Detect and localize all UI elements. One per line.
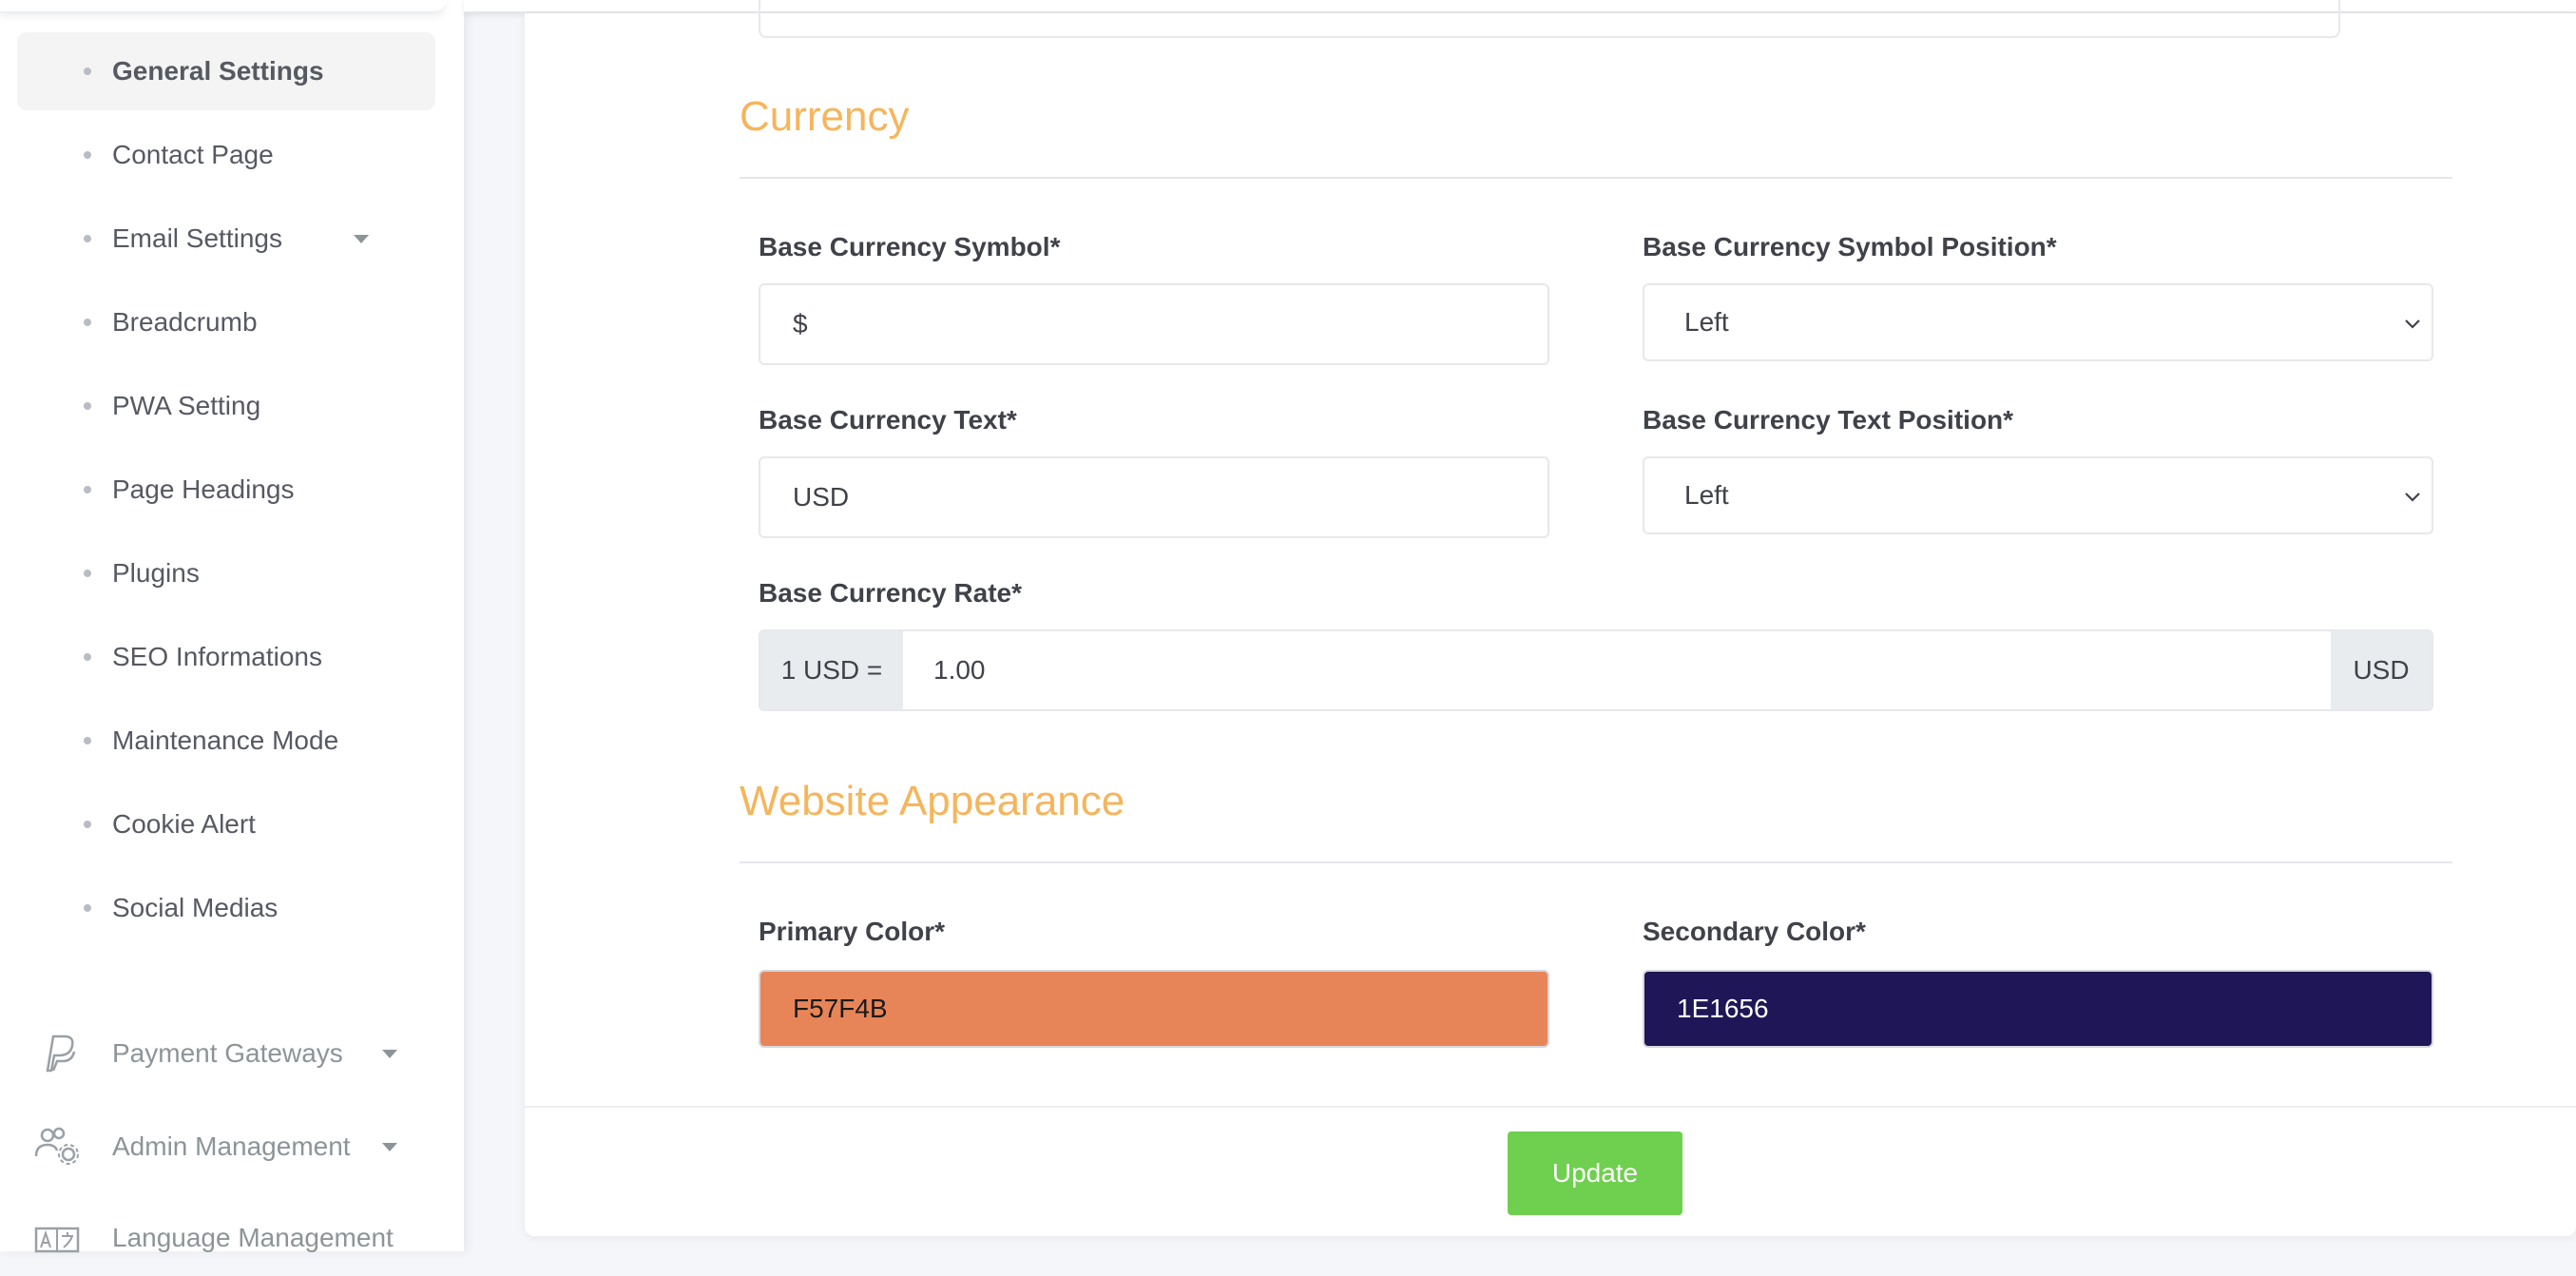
- label-base-currency-text-position: Base Currency Text Position*: [1643, 405, 2014, 435]
- sidebar-item-label: Email Settings: [112, 223, 282, 253]
- input-value: F57F4B: [793, 994, 888, 1023]
- section-divider: [740, 861, 2452, 863]
- bullet-icon: [84, 319, 91, 326]
- paypal-icon: [34, 1033, 80, 1074]
- sidebar-item-label: Cookie Alert: [112, 809, 256, 839]
- bullet-icon: [84, 737, 91, 744]
- label-base-currency-symbol: Base Currency Symbol*: [759, 232, 1061, 261]
- update-button[interactable]: Update: [1508, 1131, 1682, 1215]
- users-cog-icon: [34, 1126, 80, 1168]
- caret-down-icon: [354, 235, 369, 243]
- label-primary-color: Primary Color*: [759, 917, 946, 946]
- bullet-icon: [84, 402, 91, 410]
- base-currency-symbol-position-select[interactable]: Left: [1643, 283, 2433, 361]
- sidebar-item-general-settings[interactable]: General Settings: [17, 32, 435, 110]
- caret-down-icon: [382, 1050, 397, 1058]
- sidebar-item-social-medias[interactable]: Social Medias: [17, 869, 435, 947]
- sidebar-item-language-management[interactable]: Language Management: [34, 1200, 433, 1276]
- sidebar-item-label: Breadcrumb: [112, 307, 258, 337]
- bullet-icon: [84, 486, 91, 493]
- sidebar-item-plugins[interactable]: Plugins: [17, 534, 435, 612]
- sidebar-item-cookie-alert[interactable]: Cookie Alert: [17, 785, 435, 863]
- settings-card: Currency Base Currency Symbol* $ Base Cu…: [525, 0, 2576, 1236]
- sidebar-item-breadcrumb[interactable]: Breadcrumb: [17, 283, 435, 361]
- sidebar-item-label: Language Management: [112, 1223, 394, 1252]
- language-icon: [34, 1227, 80, 1268]
- rate-suffix-addon: USD: [2331, 631, 2432, 709]
- card-footer-divider: [525, 1106, 2576, 1108]
- bullet-icon: [84, 151, 91, 159]
- input-value: $: [793, 309, 808, 338]
- section-title-currency: Currency: [740, 93, 910, 140]
- sidebar-item-page-headings[interactable]: Page Headings: [17, 451, 435, 529]
- input-value: 1.00: [933, 655, 986, 685]
- label-base-currency-text: Base Currency Text*: [759, 405, 1017, 435]
- sidebar-item-label: Admin Management: [112, 1131, 351, 1161]
- primary-color-input[interactable]: F57F4B: [759, 970, 1549, 1048]
- previous-field-input[interactable]: [759, 0, 2340, 38]
- sidebar-item-label: Page Headings: [112, 474, 295, 504]
- label-secondary-color: Secondary Color*: [1643, 917, 1866, 946]
- section-divider: [740, 177, 2452, 179]
- sidebar-item-label: Social Medias: [112, 893, 279, 922]
- base-currency-symbol-input[interactable]: $: [759, 283, 1549, 365]
- sidebar-item-label: SEO Informations: [112, 642, 322, 671]
- sidebar-item-admin-management[interactable]: Admin Management: [34, 1109, 433, 1185]
- sidebar-item-contact-page[interactable]: Contact Page: [17, 116, 435, 194]
- chevron-down-icon: [2405, 319, 2420, 329]
- sidebar-item-label: Contact Page: [112, 140, 274, 169]
- sidebar-item-seo-informations[interactable]: SEO Informations: [17, 618, 435, 696]
- section-title-website-appearance: Website Appearance: [740, 778, 1125, 824]
- select-value: Left: [1684, 480, 1729, 510]
- label-base-currency-symbol-position: Base Currency Symbol Position*: [1643, 232, 2057, 261]
- sidebar-item-payment-gateways[interactable]: Payment Gateways: [34, 1015, 433, 1092]
- bullet-icon: [84, 68, 91, 75]
- input-value: 1E1656: [1677, 994, 1769, 1023]
- select-value: Left: [1684, 307, 1729, 337]
- sidebar-item-label: PWA Setting: [112, 391, 261, 420]
- sidebar-item-maintenance-mode[interactable]: Maintenance Mode: [17, 702, 435, 780]
- secondary-color-input[interactable]: 1E1656: [1643, 970, 2433, 1048]
- base-currency-text-input[interactable]: USD: [759, 456, 1549, 538]
- sidebar-item-label: Payment Gateways: [112, 1038, 343, 1068]
- base-currency-text-position-select[interactable]: Left: [1643, 456, 2433, 534]
- sidebar-item-pwa-setting[interactable]: PWA Setting: [17, 367, 435, 445]
- label-base-currency-rate: Base Currency Rate*: [759, 578, 1023, 608]
- bullet-icon: [84, 904, 91, 912]
- bullet-icon: [84, 235, 91, 242]
- base-currency-rate-input[interactable]: 1.00: [903, 631, 2331, 709]
- bullet-icon: [84, 653, 91, 661]
- chevron-down-icon: [2405, 493, 2420, 502]
- sidebar-item-email-settings[interactable]: Email Settings: [17, 200, 435, 278]
- caret-down-icon: [382, 1143, 397, 1151]
- bullet-icon: [84, 570, 91, 577]
- base-currency-rate-group: 1 USD = 1.00 USD: [759, 629, 2433, 711]
- input-value: USD: [793, 482, 850, 512]
- sidebar-item-label: General Settings: [112, 56, 324, 86]
- sidebar-top-edge: [0, 0, 447, 13]
- sidebar: General Settings Contact Page Email Sett…: [0, 0, 464, 1253]
- sidebar-item-label: Maintenance Mode: [112, 725, 339, 755]
- rate-prefix-addon: 1 USD =: [760, 631, 903, 709]
- sidebar-item-label: Plugins: [112, 558, 200, 588]
- bullet-icon: [84, 821, 91, 828]
